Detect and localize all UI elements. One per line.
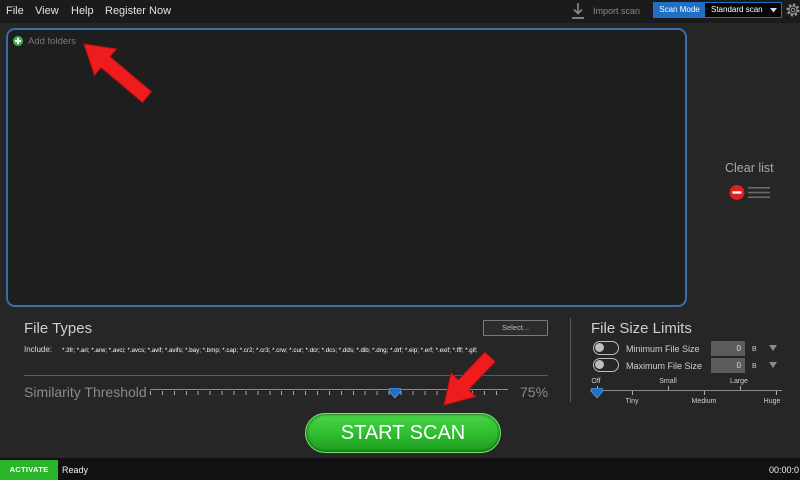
status-bar xyxy=(0,458,800,480)
size-mark-small: Small xyxy=(659,378,677,385)
remove-list-icon[interactable] xyxy=(729,184,771,201)
size-mark-medium: Medium xyxy=(691,398,717,405)
similarity-threshold-label: Similarity Threshold xyxy=(24,384,147,400)
gear-icon[interactable] xyxy=(786,2,800,18)
vertical-divider xyxy=(570,318,571,402)
size-tick xyxy=(668,386,669,390)
minimum-size-unit: B xyxy=(752,346,757,353)
menu-view[interactable]: View xyxy=(35,4,59,18)
minimum-size-label: Minimum File Size xyxy=(626,344,700,354)
similarity-slider-track[interactable] xyxy=(150,389,508,390)
size-mark-tiny: Tiny xyxy=(625,398,639,405)
scan-mode-dropdown[interactable]: Standard scan xyxy=(705,3,781,17)
minimum-size-input[interactable] xyxy=(711,341,745,356)
menu-file[interactable]: File xyxy=(6,4,24,18)
size-tick xyxy=(776,391,777,395)
chevron-down-icon[interactable] xyxy=(769,345,777,352)
maximum-size-label: Maximum File Size xyxy=(626,361,703,371)
import-scan-link[interactable]: Import scan xyxy=(593,5,640,17)
add-folders-label: Add folders xyxy=(28,35,77,47)
file-types-title: File Types xyxy=(24,320,93,337)
menu-register-now[interactable]: Register Now xyxy=(105,4,171,18)
start-scan-button[interactable]: START SCAN xyxy=(305,413,501,453)
elapsed-timer: 00:00:0 xyxy=(768,465,799,475)
similarity-slider-thumb[interactable] xyxy=(388,385,402,399)
select-file-types-button[interactable]: Select... xyxy=(483,320,548,336)
size-slider-track[interactable] xyxy=(590,390,782,391)
status-text: Ready xyxy=(62,465,89,475)
scan-mode-control[interactable]: Scan Mode Standard scan xyxy=(653,2,782,18)
toggle-knob xyxy=(595,343,604,352)
include-label: Include: xyxy=(24,345,53,354)
maximum-size-unit: B xyxy=(752,363,757,370)
toggle-knob xyxy=(595,360,604,369)
chevron-down-icon[interactable] xyxy=(769,362,777,369)
size-slider-thumb[interactable] xyxy=(590,385,604,399)
clear-list-label[interactable]: Clear list xyxy=(725,161,774,175)
size-mark-large: Large xyxy=(730,378,748,385)
download-icon[interactable] xyxy=(571,2,585,20)
add-folders-button[interactable]: Add folders xyxy=(13,35,76,47)
file-size-limits-title: File Size Limits xyxy=(591,320,692,337)
similarity-slider-ticks xyxy=(150,391,508,395)
scan-mode-value: Standard scan xyxy=(711,5,763,14)
chevron-down-icon xyxy=(770,8,777,13)
size-tick xyxy=(632,391,633,395)
activate-button[interactable]: ACTIVATE xyxy=(0,460,58,480)
annotation-arrow-start-scan xyxy=(443,351,496,406)
scan-mode-button[interactable]: Scan Mode xyxy=(654,3,705,17)
size-tick xyxy=(704,391,705,395)
size-mark-huge: Huge xyxy=(763,398,781,405)
maximum-size-toggle[interactable] xyxy=(593,358,619,372)
minimum-size-toggle[interactable] xyxy=(593,341,619,355)
size-tick xyxy=(740,386,741,390)
include-extensions-list: *.3fr; *.ari; *.arw; *.avci; *.avcs; *.a… xyxy=(62,347,478,354)
maximum-size-input[interactable] xyxy=(711,358,745,373)
menu-help[interactable]: Help xyxy=(71,4,94,18)
plus-circle-icon xyxy=(13,36,23,46)
section-divider xyxy=(24,375,548,376)
folder-drop-zone[interactable] xyxy=(6,28,687,307)
similarity-value: 75% xyxy=(520,384,549,400)
